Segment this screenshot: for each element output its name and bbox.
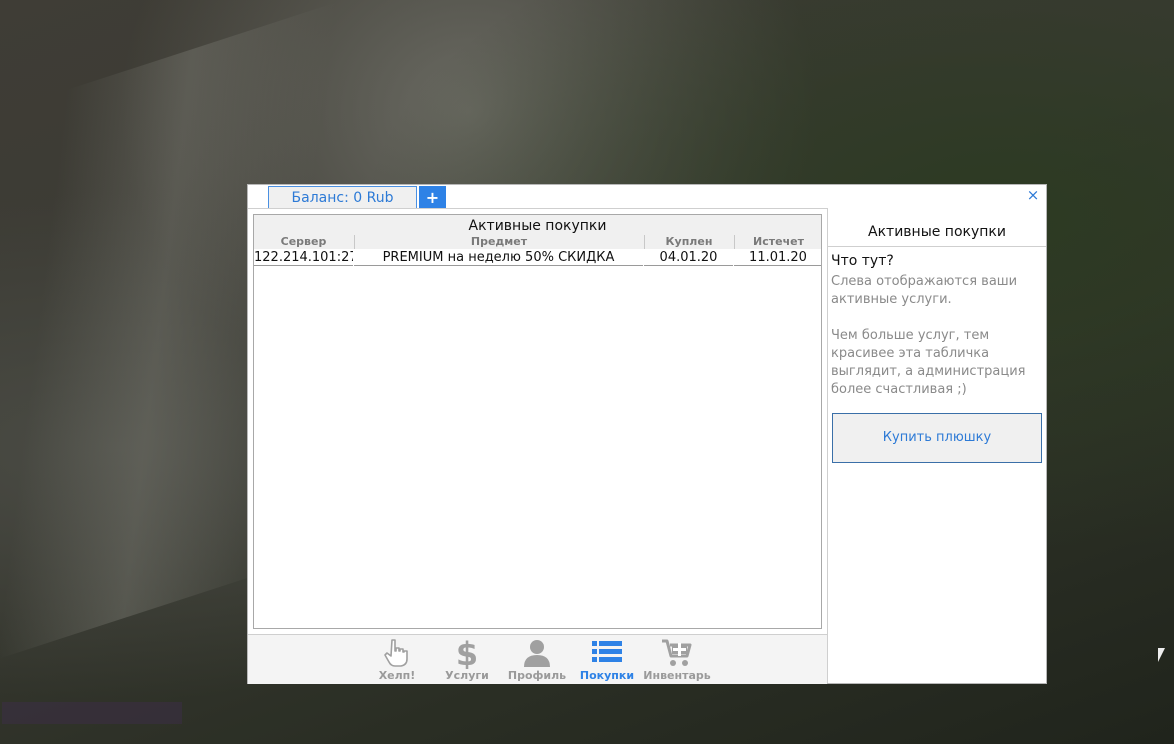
table-row[interactable]: 122.214.101:270 PREMIUM на неделю 50% СК…: [254, 249, 821, 266]
close-button[interactable]: ×: [1026, 187, 1040, 203]
cell-bought: 04.01.20: [644, 250, 733, 266]
table-header-row: Сервер Предмет Куплен Истечет: [254, 235, 821, 249]
balance-tab[interactable]: Баланс: 0 Rub: [268, 186, 417, 208]
purchases-table: Активные покупки Сервер Предмет Куплен И…: [253, 214, 822, 629]
nav-services[interactable]: $ Услуги: [432, 637, 502, 685]
column-header-item[interactable]: Предмет: [354, 235, 643, 249]
nav-inventory[interactable]: Инвентарь: [642, 637, 712, 685]
user-icon: [524, 640, 550, 667]
dollar-icon: $: [456, 637, 478, 669]
cell-expires: 11.01.20: [734, 250, 821, 266]
background-chat-box: [2, 702, 182, 724]
list-icon: [592, 641, 622, 662]
column-header-bought[interactable]: Куплен: [644, 235, 733, 249]
column-header-expires[interactable]: Истечет: [734, 235, 821, 249]
nav-inventory-label: Инвентарь: [643, 669, 711, 682]
hand-pointer-icon: [384, 639, 408, 667]
donate-window: Баланс: 0 Rub + × Активные покупки Серве…: [247, 184, 1047, 684]
info-title: Активные покупки: [868, 224, 1006, 240]
faq-text: Слева отображаются ваши активные услуги.…: [831, 274, 1026, 397]
nav-services-label: Услуги: [445, 669, 489, 682]
svg-text:$: $: [456, 637, 478, 669]
nav-purchases[interactable]: Покупки: [572, 637, 642, 685]
nav-help-label: Хелп!: [378, 669, 416, 682]
info-pane: Активные покупки Что тут? Слева отобража…: [828, 208, 1046, 683]
nav-help[interactable]: Хелп!: [362, 637, 432, 685]
cell-server: 122.214.101:270: [254, 250, 353, 266]
cart-plus-icon: [662, 639, 692, 666]
left-pane: Активные покупки Сервер Предмет Куплен И…: [248, 208, 828, 684]
nav-purchases-label: Покупки: [579, 669, 635, 682]
divider: [828, 246, 1046, 247]
nav-profile[interactable]: Профиль: [502, 637, 572, 685]
mouse-cursor-icon: [1158, 648, 1165, 662]
add-balance-button[interactable]: +: [419, 186, 446, 209]
cell-item: PREMIUM на неделю 50% СКИДКА: [354, 250, 643, 266]
buy-button[interactable]: Купить плюшку: [832, 413, 1042, 463]
table-title: Активные покупки: [254, 215, 821, 235]
bottom-nav-bar: Хелп! $ Услуги Профиль Покупки Инвентарь: [248, 634, 827, 684]
faq-title: Что тут?: [831, 253, 894, 269]
column-header-server[interactable]: Сервер: [254, 235, 353, 249]
nav-profile-label: Профиль: [507, 669, 567, 682]
